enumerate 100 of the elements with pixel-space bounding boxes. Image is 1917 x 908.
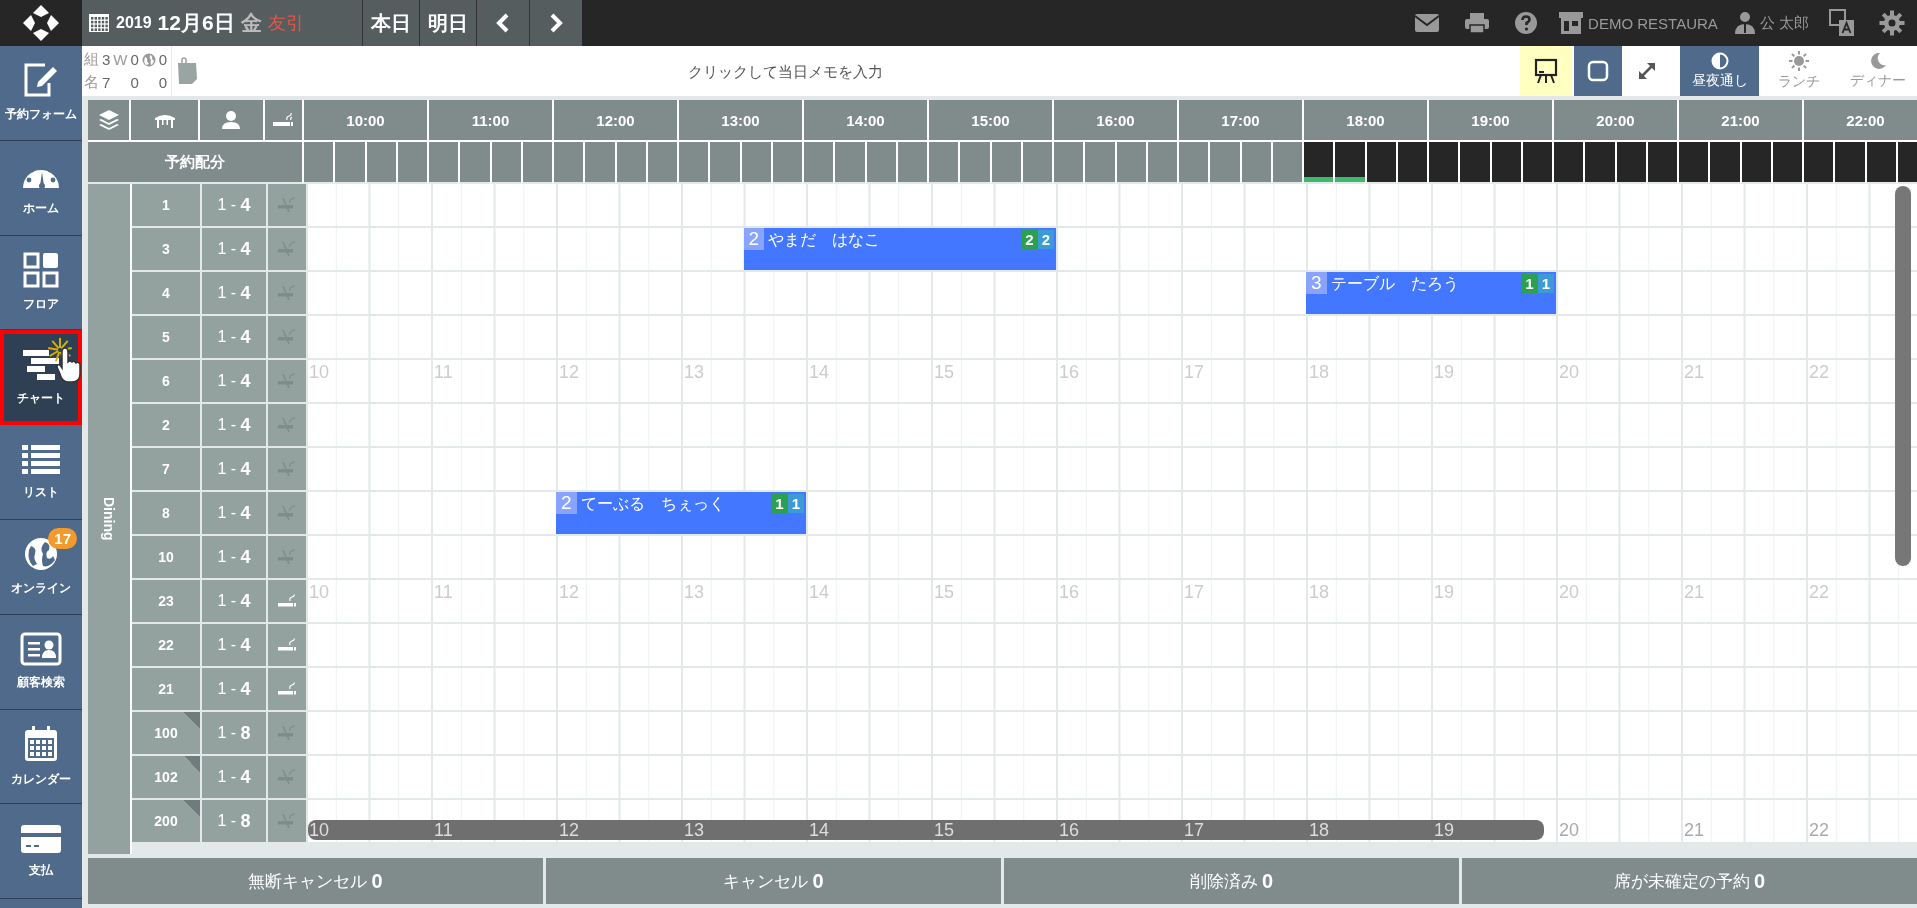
allocation-slot[interactable] <box>1864 142 1896 184</box>
day-button[interactable]: 明日 <box>419 0 476 46</box>
user-button[interactable]: 公 太郎 <box>1733 0 1809 46</box>
allocation-slot[interactable] <box>1833 142 1865 184</box>
allocation-slot[interactable] <box>1739 142 1771 184</box>
hour-header: 14:00 <box>802 100 927 142</box>
horizontal-scrollbar[interactable] <box>308 820 1544 840</box>
header-cell[interactable] <box>199 100 265 142</box>
store-button[interactable]: DEMO RESTAURA <box>1558 0 1718 46</box>
allocation-slot[interactable] <box>1895 142 1917 184</box>
status-filter-button[interactable]: 席が未確定の予約 0 <box>1462 858 1917 904</box>
square-view-button[interactable] <box>1572 46 1622 96</box>
hour-header: 10:00 <box>302 100 427 142</box>
summary-label: 組 <box>84 50 99 69</box>
table-number-cell[interactable]: 2 <box>132 404 202 446</box>
allocation-slot[interactable] <box>1333 142 1365 184</box>
hour-mark: 18 <box>1309 820 1330 840</box>
contact-card-icon <box>20 632 62 667</box>
day-button[interactable]: 本日 <box>362 0 419 46</box>
table-number-cell[interactable]: 102 <box>132 756 202 798</box>
table-number-cell[interactable]: 3 <box>132 228 202 270</box>
table-number-cell[interactable]: 7 <box>132 448 202 490</box>
summary-count: 0 <box>158 51 168 68</box>
half-circle-icon <box>1710 52 1729 70</box>
allocation-slot[interactable] <box>1458 142 1490 184</box>
notification-badge: 17 <box>48 528 77 550</box>
person-icon <box>221 110 242 130</box>
allocation-slot[interactable] <box>1395 142 1427 184</box>
table-number-cell[interactable]: 6 <box>132 360 202 402</box>
printer-icon[interactable] <box>1464 12 1491 34</box>
guest-name: テーブル たろう <box>1329 274 1460 294</box>
sun-icon <box>1788 51 1809 71</box>
header-cell[interactable] <box>88 100 132 142</box>
table-number-cell[interactable]: 21 <box>132 668 202 710</box>
status-filter-button[interactable]: 削除済み 0 <box>1004 858 1459 904</box>
capacity-cell: 1 - 4 <box>202 228 268 270</box>
table-number-cell[interactable]: 200 <box>132 800 202 842</box>
hour-mark: 12 <box>559 820 580 840</box>
table-number-cell[interactable]: 23 <box>132 580 202 622</box>
allocation-slot[interactable] <box>1677 142 1709 184</box>
header-cell[interactable] <box>131 100 200 142</box>
table-number-cell[interactable]: 1 <box>132 184 202 226</box>
allocation-slot[interactable] <box>1614 142 1646 184</box>
weekday-text: 金 <box>240 10 262 36</box>
guest-name: やまだ はなこ <box>767 230 882 250</box>
reservation-bar[interactable]: 2 やまだ はなこ 2 2 <box>743 228 1056 270</box>
timeline-row[interactable]: 10 11 12 13 14 15 16 17 18 19 20 21 22 <box>306 800 1917 842</box>
capacity-cell: 1 - 4 <box>202 272 268 314</box>
party-size: 2 <box>556 492 577 514</box>
allocation-slot[interactable] <box>1645 142 1677 184</box>
translate-icon[interactable] <box>1829 9 1855 37</box>
reservation-bar[interactable]: 2 てーぶる ちぇっく 1 1 <box>556 492 806 534</box>
timeline-row[interactable]: 3 テーブル たろう 1 1 <box>306 272 1917 314</box>
sidebar-item[interactable]: チャート <box>0 330 82 426</box>
settings-icon[interactable] <box>1879 10 1905 36</box>
hour-header: 12:00 <box>552 100 677 142</box>
allocation-slot[interactable] <box>1708 142 1740 184</box>
allocation-slot[interactable] <box>1552 142 1584 184</box>
table-number-cell[interactable]: 8 <box>132 492 202 534</box>
edit-form-icon <box>23 62 59 99</box>
hour-mark: 13 <box>684 820 705 840</box>
allocation-slot[interactable] <box>1364 142 1396 184</box>
table-number-cell[interactable]: 4 <box>132 272 202 314</box>
table-number-cell[interactable]: 22 <box>132 624 202 666</box>
count-badge: 1 <box>771 494 788 513</box>
allocation-slot[interactable] <box>1302 142 1334 184</box>
allocation-slot[interactable] <box>1520 142 1552 184</box>
period-tab[interactable]: 昼夜通し <box>1680 46 1759 96</box>
timeline-row[interactable]: 2 やまだ はなこ 2 2 <box>306 228 1917 270</box>
next-button[interactable] <box>529 0 582 46</box>
square-icon <box>1587 60 1609 82</box>
hour-header: 18:00 <box>1302 100 1427 142</box>
previous-button[interactable] <box>476 0 529 46</box>
timeline-row[interactable]: 2 てーぶる ちぇっく 1 1 <box>306 492 1917 534</box>
rokuyo-text: 友引 <box>267 12 304 35</box>
table-number-cell[interactable]: 100 <box>132 712 202 754</box>
layers-icon <box>97 109 120 131</box>
area-label: Dining <box>88 184 132 854</box>
table-number-cell[interactable]: 5 <box>132 316 202 358</box>
summary-label: 名 <box>84 73 99 92</box>
calendar-icon[interactable] <box>88 13 110 33</box>
allocation-slot[interactable] <box>1583 142 1615 184</box>
hour-header: 22:00 <box>1802 100 1917 142</box>
summary-count: 7 <box>102 74 111 91</box>
hour-header: 16:00 <box>1052 100 1177 142</box>
table-number-cell[interactable]: 10 <box>132 536 202 578</box>
allocation-slot[interactable] <box>1489 142 1521 184</box>
header-cell[interactable] <box>264 100 302 142</box>
allocation-slot[interactable] <box>1802 142 1834 184</box>
allocation-slot[interactable] <box>1770 142 1802 184</box>
help-icon[interactable] <box>1514 11 1539 35</box>
hour-mark: 11 <box>434 820 453 840</box>
status-filter-button[interactable]: キャンセル 0 <box>546 858 1001 904</box>
mail-icon[interactable] <box>1414 13 1441 33</box>
reservation-bar[interactable]: 3 テーブル たろう 1 1 <box>1306 272 1556 314</box>
status-filter-button[interactable]: 無断キャンセル 0 <box>88 858 543 904</box>
allocation-slot[interactable] <box>1427 142 1459 184</box>
vertical-scrollbar[interactable] <box>1895 186 1911 566</box>
board-view-button[interactable] <box>1520 46 1572 96</box>
hour-header: 13:00 <box>677 100 802 142</box>
